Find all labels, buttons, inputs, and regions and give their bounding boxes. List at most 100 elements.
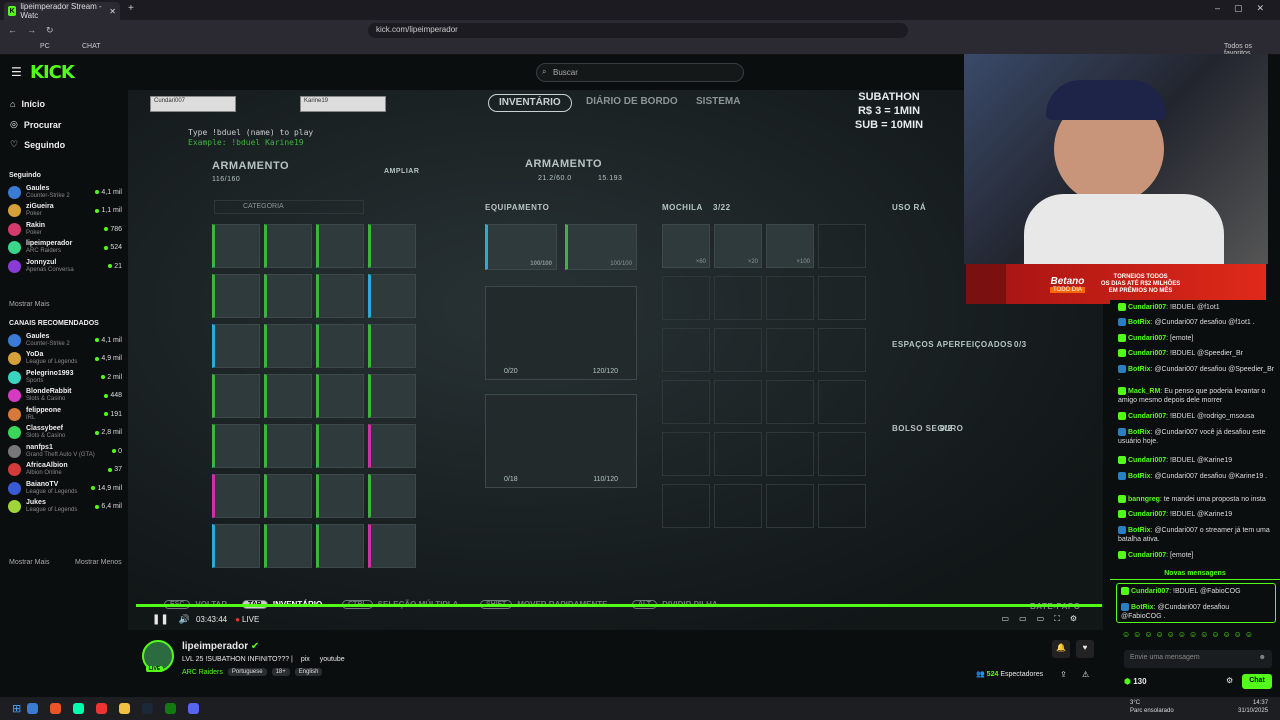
badge-icon xyxy=(1118,387,1126,396)
tag-english[interactable]: English xyxy=(294,668,323,676)
chat-username[interactable]: Cundari007 xyxy=(1128,350,1166,357)
channel-item[interactable]: felippeone IRL 191 xyxy=(8,405,122,423)
chat-username[interactable]: Cundari007 xyxy=(1128,457,1166,464)
pause-icon[interactable]: ❚❚ xyxy=(152,614,169,625)
channel-item[interactable]: lipeimperador ARC Raiders 524 xyxy=(8,239,122,257)
notification-bell-icon[interactable]: 🔔 xyxy=(1052,640,1070,658)
channel-viewers: 191 xyxy=(104,411,122,418)
chat-username[interactable]: BotRix xyxy=(1128,319,1151,326)
nav-home[interactable]: ⌂ Início xyxy=(10,99,45,109)
bookmark-pc[interactable]: PC xyxy=(40,43,50,50)
window-controls[interactable]: –▢✕ xyxy=(1215,3,1278,14)
bookmark-chat[interactable]: CHAT xyxy=(82,43,101,50)
channel-name: Rakin xyxy=(26,221,46,229)
show-less-recommended[interactable]: Mostrar Menos xyxy=(75,559,122,566)
folder-icon[interactable] xyxy=(119,703,131,714)
chat-username[interactable]: BotRix xyxy=(1131,604,1154,611)
kick-logo[interactable]: KICK xyxy=(30,62,75,83)
chat-username[interactable]: banngreg xyxy=(1128,496,1160,503)
new-messages-divider[interactable]: Novas mensagens xyxy=(1110,570,1280,580)
channel-item[interactable]: Jukes League of Legends 6,4 mil xyxy=(8,498,122,516)
start-icon[interactable]: ⊞ xyxy=(12,702,21,715)
channel-item[interactable]: BaianoTV League of Legends 14,9 mil xyxy=(8,479,122,497)
channel-item[interactable]: Pelegrino1993 Sports 2 mil xyxy=(8,368,122,386)
channel-item[interactable]: AfricaAlbion Albion Online 37 xyxy=(8,461,122,479)
chat-username[interactable]: BotRix xyxy=(1128,527,1151,534)
sponsor-banner[interactable]: Betano TODO DIA TORNEIOS TODOS OS DIAS A… xyxy=(966,264,1266,304)
opera-icon[interactable] xyxy=(96,703,108,714)
emoji-icon[interactable]: ☻ xyxy=(1259,654,1266,661)
chat-settings-icon[interactable]: ⚙ xyxy=(1226,676,1233,685)
channel-item[interactable]: ziGueira Poker 1,1 mil xyxy=(8,202,122,220)
edge-icon[interactable] xyxy=(73,703,85,714)
steam-icon[interactable] xyxy=(142,703,154,714)
chat-username[interactable]: Cundari007 xyxy=(1131,588,1169,595)
channel-item[interactable]: BlondeRabbit Slots & Casino 448 xyxy=(8,387,122,405)
xbox-icon[interactable] xyxy=(165,703,177,714)
points-display[interactable]: ⬢ 130 xyxy=(1124,677,1147,686)
viewer-count-text: 14,9 mil xyxy=(97,484,122,492)
report-icon[interactable]: ⚠ xyxy=(1082,670,1089,679)
channel-item[interactable]: Gaules Counter-Strike 2 4,1 mil xyxy=(8,331,122,349)
chat-username[interactable]: Cundari007 xyxy=(1128,335,1166,342)
channel-item[interactable]: Jonnyzul Apenas Conversa 21 xyxy=(8,257,122,275)
browser-tab[interactable]: Klipeimperador Stream - Watc ✕ xyxy=(4,2,120,20)
badge-icon xyxy=(1118,551,1126,560)
inventory-slot xyxy=(368,374,416,418)
brave-icon[interactable] xyxy=(50,703,62,714)
safe-pocket-count: 0/2 xyxy=(940,424,953,433)
follow-heart-icon[interactable]: ♥ xyxy=(1076,640,1094,658)
channel-item[interactable]: Rakin Poker 786 xyxy=(8,220,122,238)
chat-username[interactable]: Cundari007 xyxy=(1128,413,1166,420)
video-player[interactable]: Cundari007 Karine19 Type !bduel (name) t… xyxy=(128,90,1103,630)
progress-bar[interactable] xyxy=(136,604,1102,607)
tag-portuguese[interactable]: Portuguese xyxy=(227,668,267,676)
close-tab-icon[interactable]: ✕ xyxy=(109,7,116,16)
sponsor-text-3: EM PRÊMIOS NO MÊS xyxy=(1108,287,1173,294)
clock[interactable]: 14:37 31/10/2025 xyxy=(1238,699,1268,715)
inventory-slot xyxy=(316,224,364,268)
player-settings-icons[interactable]: ▭▭▭⛶⚙ xyxy=(1002,614,1087,624)
reload-icon[interactable]: ↻ xyxy=(46,25,54,36)
chat-username[interactable]: Cundari007 xyxy=(1128,511,1166,518)
inventory-slot xyxy=(212,274,260,318)
nav-following[interactable]: ♡ Seguindo xyxy=(10,139,65,150)
search-input[interactable]: ⌕ Buscar xyxy=(536,63,744,82)
menu-icon[interactable]: ☰ xyxy=(11,65,22,79)
back-icon[interactable]: ← xyxy=(8,25,17,35)
volume-icon[interactable]: 🔊 xyxy=(179,614,190,625)
channel-avatar xyxy=(8,352,21,365)
chat-username[interactable]: Cundari007 xyxy=(1128,552,1166,559)
tag-18plus[interactable]: 18+ xyxy=(271,668,290,676)
chat-username[interactable]: BotRix xyxy=(1128,429,1151,436)
show-more-following[interactable]: Mostrar Mais xyxy=(9,301,49,308)
link-pix[interactable]: pix xyxy=(301,656,310,663)
show-more-recommended[interactable]: Mostrar Mais xyxy=(9,559,49,566)
channel-item[interactable]: Classybeef Slots & Casino 2,8 mil xyxy=(8,424,122,442)
chat-username[interactable]: BotRix xyxy=(1128,366,1151,373)
link-youtube[interactable]: youtube xyxy=(320,656,345,663)
stream-category[interactable]: ARC Raiders xyxy=(182,669,223,676)
share-icon[interactable]: ⇪ xyxy=(1060,670,1067,679)
chat-text: !BDUEL @f1ot1 xyxy=(1170,304,1220,311)
weather-widget[interactable]: 3°C Parc ensolarado xyxy=(1130,699,1174,715)
channel-item[interactable]: nanfps1 Grand Theft Auto V (GTA) 0 xyxy=(8,442,122,460)
following-title: Seguindo xyxy=(9,172,41,179)
emote-bar[interactable]: ☺☺☺☺☺☺☺☺☺☺☺☺ xyxy=(1122,630,1272,640)
chat-send-button[interactable]: Chat xyxy=(1242,674,1272,689)
new-tab-icon[interactable]: + xyxy=(128,3,134,14)
discord-icon[interactable] xyxy=(188,703,200,714)
nav-browse[interactable]: ◎ Procurar xyxy=(10,119,61,130)
channel-item[interactable]: YoDa League of Legends 4,9 mil xyxy=(8,350,122,368)
streamer-name[interactable]: lipeimperador ✔ xyxy=(182,641,259,652)
channel-item[interactable]: Gaules Counter-Strike 2 4,1 mil xyxy=(8,183,122,201)
chat-username[interactable]: BotRix xyxy=(1128,473,1151,480)
inventory-slot xyxy=(368,224,416,268)
address-bar[interactable]: kick.com/lipeimperador xyxy=(368,23,908,38)
chat-input[interactable]: Envie uma mensagem ☻ xyxy=(1124,650,1272,668)
chat-username[interactable]: Mack_RM xyxy=(1128,388,1160,395)
search-taskbar-icon[interactable] xyxy=(27,703,39,714)
chat-username[interactable]: Cundari007 xyxy=(1128,304,1166,311)
forward-icon[interactable]: → xyxy=(27,25,36,35)
channel-name: YoDa xyxy=(26,351,44,358)
